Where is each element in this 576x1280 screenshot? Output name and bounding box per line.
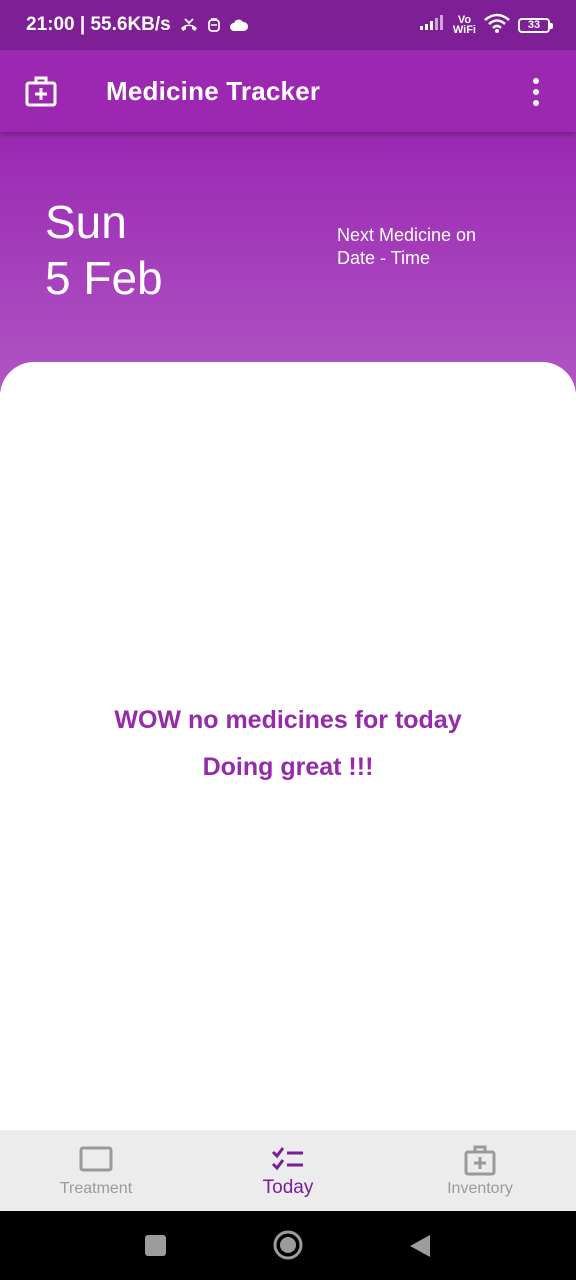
nav-label-today: Today: [262, 1177, 314, 1198]
notification-app-icon: [207, 16, 221, 34]
recents-button[interactable]: [145, 1235, 166, 1256]
missed-call-icon: [179, 17, 199, 33]
status-time-speed: 21:00 | 55.6KB/s: [26, 14, 171, 35]
nav-label-treatment: Treatment: [59, 1180, 133, 1197]
empty-state-title: WOW no medicines for today: [114, 706, 462, 734]
nav-item-inventory[interactable]: Inventory: [384, 1130, 576, 1211]
wifi-icon: [484, 13, 510, 38]
vowifi-indicator: Vo WiFi: [452, 15, 476, 36]
medicine-list-panel: WOW no medicines for today Doing great !…: [0, 362, 576, 1130]
more-vertical-icon[interactable]: [520, 72, 552, 112]
medical-bag-icon: [463, 1144, 497, 1176]
rectangle-icon: [79, 1144, 113, 1176]
system-navigation-bar: [0, 1211, 576, 1280]
battery-icon: 33: [518, 17, 553, 33]
cloud-icon: [229, 18, 249, 32]
battery-level: 33: [527, 19, 541, 31]
date-label: 5 Feb: [45, 252, 163, 304]
status-left: 21:00 | 55.6KB/s: [26, 14, 249, 36]
empty-state-subtitle: Doing great !!!: [202, 753, 374, 781]
back-button[interactable]: [408, 1233, 432, 1259]
status-right: Vo WiFi 33: [419, 13, 553, 38]
next-medicine-time: Date - Time: [337, 248, 431, 268]
app-bar: Medicine Tracker: [0, 50, 576, 132]
checklist-icon: [271, 1144, 305, 1176]
medical-bag-icon[interactable]: [24, 74, 58, 108]
nav-item-today[interactable]: Today: [192, 1130, 384, 1211]
nav-item-treatment[interactable]: Treatment: [0, 1130, 192, 1211]
home-button[interactable]: [272, 1229, 304, 1261]
status-bar: 21:00 | 55.6KB/s Vo WiFi 33: [0, 0, 576, 50]
date-header: Sun 5 Feb Next Medicine on Date - Time: [0, 132, 576, 392]
app-title: Medicine Tracker: [106, 76, 321, 106]
signal-icon: [419, 14, 445, 36]
day-label: Sun: [45, 196, 127, 248]
next-medicine-title: Next Medicine on: [337, 225, 477, 245]
vowifi-bottom: WiFi: [452, 24, 476, 36]
bottom-navigation: Treatment Today Inventory: [0, 1130, 576, 1211]
nav-label-inventory: Inventory: [447, 1180, 513, 1197]
